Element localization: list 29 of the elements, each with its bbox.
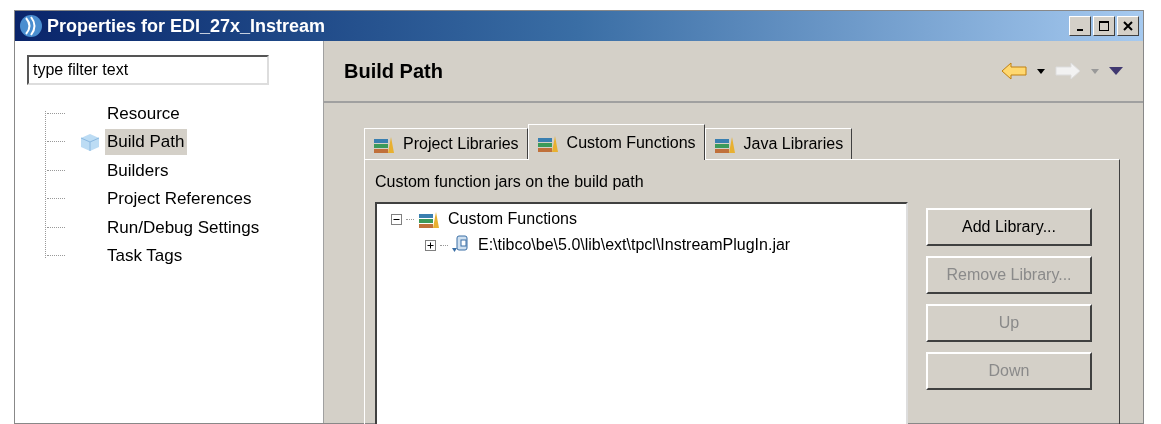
close-icon [1123,21,1133,31]
collapse-icon[interactable] [391,213,402,225]
nav-item[interactable]: Builders [105,157,171,183]
maximize-button[interactable] [1093,16,1115,36]
window-title: Properties for EDI_27x_Instream [47,14,326,38]
library-button[interactable]: Add Library... [926,208,1092,246]
tree-item-label[interactable]: E:\tibco\be\5.0\lib\ext\tpcl\InstreamPlugIn.jar [478,233,791,257]
view-menu-icon[interactable] [1109,67,1123,75]
nav-item[interactable]: Task Tags [105,243,185,269]
section-label: Custom function jars on the build path [375,172,645,192]
tab[interactable]: Custom Functions [527,124,705,160]
minimize-button[interactable] [1069,16,1091,36]
maximize-icon [1099,21,1109,31]
tab[interactable]: Project Libraries [364,128,528,159]
tab[interactable]: Java Libraries [704,128,853,159]
filter-field[interactable]: type filter text [27,55,269,85]
close-button[interactable] [1117,16,1139,36]
jar-icon [452,235,470,255]
dropdown-caret-icon[interactable] [1037,68,1045,74]
nav-item[interactable]: Build Path [105,129,187,155]
nav-item[interactable]: Project References [105,186,254,212]
cube-icon [79,131,101,152]
expand-icon[interactable] [425,239,436,251]
tree-item-label[interactable]: Custom Functions [448,207,577,231]
nav-item[interactable]: Run/Debug Settings [105,214,262,240]
minimize-icon [1077,28,1083,31]
page-title: Build Path [344,59,443,84]
nav-item[interactable]: Resource [105,100,182,126]
app-logo-icon [19,14,43,38]
